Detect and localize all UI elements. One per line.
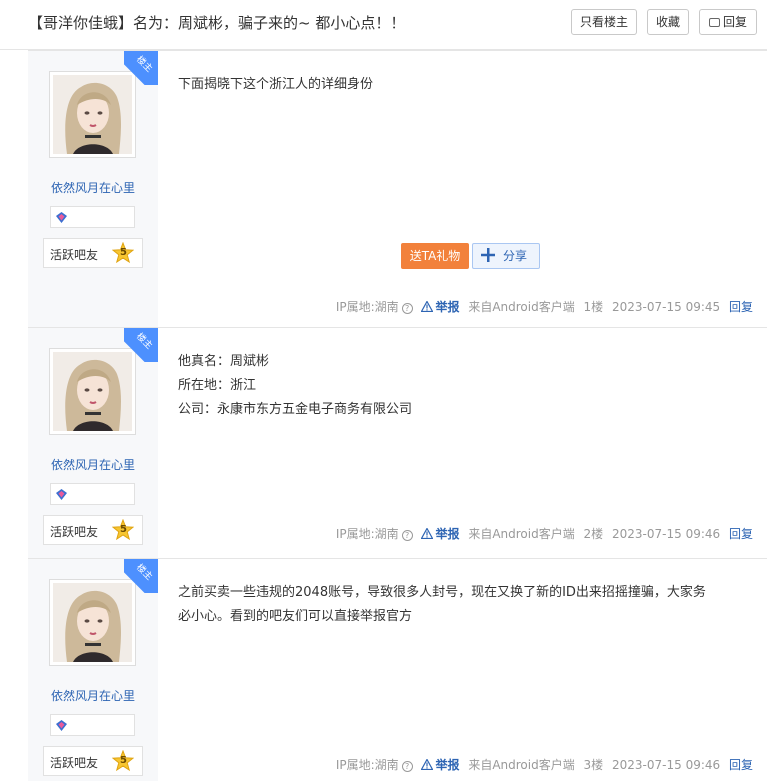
badge-box bbox=[50, 483, 135, 505]
post-line: 公司：永康市东方五金电子商务有限公司 bbox=[178, 402, 413, 417]
comment-icon bbox=[708, 18, 720, 27]
post-meta: IP属地:湖南? 举报 来自Android客户端 1楼 2023-07-15 0… bbox=[331, 298, 753, 315]
avatar[interactable] bbox=[49, 348, 136, 435]
post-time: 2023-07-15 09:45 bbox=[612, 300, 721, 314]
post-line: 下面揭晓下这个浙江人的详细身份 bbox=[178, 77, 374, 92]
post-content: 他真名：周斌彬 所在地：浙江 公司：永康市东方五金电子商务有限公司 bbox=[178, 350, 758, 422]
author-sidebar: 楼主 依然风月在心里 活跃吧友 5 bbox=[28, 328, 158, 558]
warning-icon bbox=[421, 301, 434, 312]
reply-link[interactable]: 回复 bbox=[729, 300, 753, 314]
ip-location: IP属地:湖南? bbox=[336, 300, 413, 314]
level-title: 活跃吧友 bbox=[50, 525, 99, 539]
warning-icon bbox=[421, 759, 434, 770]
thread-header: 【哥洋你佳蛾】名为：周斌彬，骗子来的~ 都小心点！！ 只看楼主 收藏 回复 bbox=[0, 0, 767, 50]
share-button[interactable]: 分享 bbox=[472, 243, 540, 269]
help-icon[interactable]: ? bbox=[401, 303, 413, 314]
post-line: 必小心。看到的吧友们可以直接举报官方 bbox=[178, 609, 413, 624]
send-gift-button[interactable]: 送TA礼物 bbox=[401, 243, 469, 269]
post-meta: IP属地:湖南? 举报 来自Android客户端 3楼 2023-07-15 0… bbox=[331, 756, 753, 773]
reply-button[interactable]: 回复 bbox=[699, 9, 757, 35]
avatar-image bbox=[53, 352, 132, 431]
favorite-button[interactable]: 收藏 bbox=[647, 9, 689, 35]
avatar-image bbox=[53, 583, 132, 662]
warning-icon bbox=[421, 528, 434, 539]
host-tag: 楼主 bbox=[124, 328, 158, 362]
floor-number: 1楼 bbox=[583, 300, 604, 314]
author-sidebar: 楼主 依然风月在心里 活跃吧友 5 bbox=[28, 51, 158, 327]
member-badge-icon[interactable] bbox=[55, 488, 68, 501]
reply-link[interactable]: 回复 bbox=[729, 527, 753, 541]
level-title: 活跃吧友 bbox=[50, 756, 99, 770]
plus-icon bbox=[481, 248, 495, 262]
post-meta: IP属地:湖南? 举报 来自Android客户端 2楼 2023-07-15 0… bbox=[331, 525, 753, 542]
floor-number: 2楼 bbox=[583, 527, 604, 541]
post-2: 楼主 依然风月在心里 活跃吧友 5 他真名：周斌彬 所在地：浙江 公司：永康市东… bbox=[28, 327, 767, 558]
member-badge-icon[interactable] bbox=[55, 719, 68, 732]
only-host-button[interactable]: 只看楼主 bbox=[571, 9, 637, 35]
avatar[interactable] bbox=[49, 71, 136, 158]
post-source: 来自Android客户端 bbox=[468, 527, 575, 541]
avatar-image bbox=[53, 75, 132, 154]
username-link[interactable]: 依然风月在心里 bbox=[28, 687, 158, 704]
member-badge-icon[interactable] bbox=[55, 211, 68, 224]
post-line: 他真名：周斌彬 bbox=[178, 354, 270, 369]
floor-number: 3楼 bbox=[583, 758, 604, 772]
host-tag: 楼主 bbox=[124, 559, 158, 593]
reply-button-label: 回复 bbox=[722, 15, 747, 29]
badge-box bbox=[50, 714, 135, 736]
post-line: 所在地：浙江 bbox=[178, 378, 257, 393]
post-content: 下面揭晓下这个浙江人的详细身份 bbox=[178, 73, 758, 97]
report-link[interactable]: 举报 bbox=[421, 300, 459, 314]
badge-box bbox=[50, 206, 135, 228]
report-link[interactable]: 举报 bbox=[421, 758, 459, 772]
post-time: 2023-07-15 09:46 bbox=[612, 527, 721, 541]
level-box[interactable]: 活跃吧友 5 bbox=[43, 746, 143, 776]
level-title: 活跃吧友 bbox=[50, 248, 99, 262]
level-number: 5 bbox=[120, 755, 127, 766]
level-box[interactable]: 活跃吧友 5 bbox=[43, 238, 143, 268]
report-link[interactable]: 举报 bbox=[421, 527, 459, 541]
level-number: 5 bbox=[120, 247, 127, 258]
post-line: 之前买卖一些违规的2048账号，导致很多人封号，现在又换了新的ID出来招摇撞骗，… bbox=[178, 585, 706, 600]
host-tag: 楼主 bbox=[124, 51, 158, 85]
level-number: 5 bbox=[120, 524, 127, 535]
avatar[interactable] bbox=[49, 579, 136, 666]
share-label: 分享 bbox=[503, 249, 528, 263]
ip-location: IP属地:湖南? bbox=[336, 527, 413, 541]
author-sidebar: 楼主 依然风月在心里 活跃吧友 5 bbox=[28, 559, 158, 781]
post-1: 楼主 依然风月在心里 活跃吧友 5 下面揭晓下这个浙江人的详细身份 送TA礼物 … bbox=[28, 50, 767, 327]
post-3: 楼主 依然风月在心里 活跃吧友 5 之前买卖一些违规的2048账号，导致很多人封… bbox=[28, 558, 767, 781]
level-box[interactable]: 活跃吧友 5 bbox=[43, 515, 143, 545]
help-icon[interactable]: ? bbox=[401, 761, 413, 772]
post-time: 2023-07-15 09:46 bbox=[612, 758, 721, 772]
reply-link[interactable]: 回复 bbox=[729, 758, 753, 772]
username-link[interactable]: 依然风月在心里 bbox=[28, 179, 158, 196]
ip-location: IP属地:湖南? bbox=[336, 758, 413, 772]
help-icon[interactable]: ? bbox=[401, 530, 413, 541]
post-source: 来自Android客户端 bbox=[468, 758, 575, 772]
thread-title: 【哥洋你佳蛾】名为：周斌彬，骗子来的~ 都小心点！！ bbox=[28, 14, 406, 32]
post-source: 来自Android客户端 bbox=[468, 300, 575, 314]
username-link[interactable]: 依然风月在心里 bbox=[28, 456, 158, 473]
post-content: 之前买卖一些违规的2048账号，导致很多人封号，现在又换了新的ID出来招摇撞骗，… bbox=[178, 581, 758, 629]
